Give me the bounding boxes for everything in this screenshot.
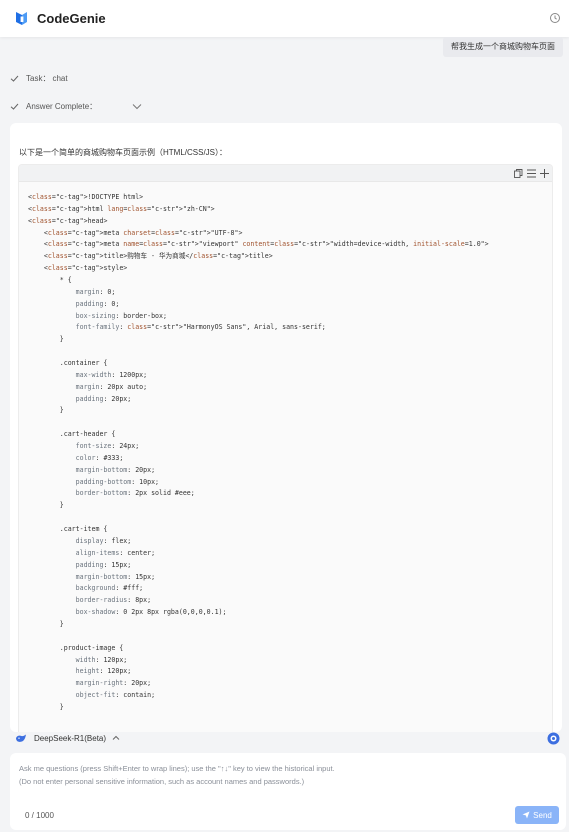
code-line: <class="c-tag">meta charset=class="c-str… — [28, 228, 243, 237]
code-line: margin-bottom: 20px; — [75, 465, 156, 474]
app-title: CodeGenie — [37, 11, 106, 26]
code-line: .cart-header { — [28, 430, 116, 439]
send-button[interactable]: Send — [515, 806, 559, 824]
code-line: <class="c-tag">head> — [28, 216, 108, 225]
user-message-bubble: 帮我生成一个商城购物车页面 — [443, 37, 563, 57]
history-icon[interactable] — [549, 12, 561, 24]
task-value: chat — [52, 73, 68, 83]
task-status: Task： chat — [10, 71, 68, 85]
code-line: background: #fff; — [75, 584, 144, 593]
code-line: border-radius: 8px; — [75, 596, 152, 605]
code-line: border-bottom: 2px solid #eee; — [75, 489, 195, 498]
code-line: .cart-item { — [28, 525, 108, 534]
task-label: Task： — [26, 73, 51, 83]
code-line: .container { — [28, 359, 108, 368]
placeholder-line: (Do not enter personal sensitive informa… — [19, 777, 305, 786]
code-line: box-sizing: border-box; — [75, 311, 167, 320]
code-line: padding: 20px; — [75, 394, 132, 403]
code-line: padding-bottom: 10px; — [75, 477, 160, 486]
code-lines: <class="c-tag">!DOCTYPE html> <class="c-t… — [28, 192, 489, 714]
code-line: color: #333; — [75, 453, 124, 462]
answer-status-label: Answer Complete： — [26, 101, 98, 111]
code-line: } — [28, 619, 64, 628]
code-line: } — [28, 501, 64, 510]
code-line: padding: 0; — [75, 299, 120, 308]
code-toolbar — [19, 165, 552, 182]
code-line: <class="c-tag">html lang=class="c-str">"… — [28, 204, 215, 213]
question-input[interactable]: Ask me questions (press Shift+Enter to w… — [10, 753, 566, 830]
code-line: } — [28, 335, 64, 344]
plus-icon[interactable] — [539, 168, 550, 179]
model-selector-row: DeepSeek-R1(Beta) — [0, 731, 569, 747]
answer-status-toggle[interactable]: Answer Complete： — [10, 99, 149, 113]
app-header: CodeGenie — [0, 0, 569, 37]
code-line: box-shadow: 0 2px 8px rgba(0,0,0,0.1); — [75, 608, 227, 617]
send-label: Send — [533, 810, 552, 820]
code-line: margin: 0; — [75, 287, 116, 296]
copy-icon[interactable] — [513, 168, 524, 179]
code-line: margin: 20px auto; — [75, 382, 148, 391]
check-icon — [10, 75, 19, 82]
codegenie-logo-icon — [16, 12, 27, 25]
code-line: height: 120px; — [75, 667, 132, 676]
character-counter: 0 / 1000 — [25, 811, 54, 820]
check-icon — [10, 103, 19, 110]
send-icon — [522, 811, 530, 819]
code-line: object-fit: contain; — [75, 691, 156, 700]
code-line: width: 120px; — [75, 655, 128, 664]
chevron-down-icon[interactable] — [132, 103, 142, 110]
code-line: <class="c-tag">!DOCTYPE html> — [28, 193, 144, 201]
code-line: * { — [28, 276, 72, 285]
code-line: align-items: center; — [75, 548, 156, 557]
code-line: margin-right: 20px; — [75, 679, 152, 688]
chevron-up-icon[interactable] — [112, 735, 120, 741]
code-line: font-size: 24px; — [75, 442, 140, 451]
code-line: display: flex; — [75, 536, 132, 545]
deepseek-whale-icon — [16, 734, 26, 742]
code-line: max-width: 1200px; — [75, 370, 148, 379]
code-line: <class="c-tag">title>购物车 - 华为商城</class="… — [28, 252, 273, 261]
code-line: <class="c-tag">meta name=class="c-str">"… — [28, 240, 489, 249]
code-line: margin-bottom: 15px; — [75, 572, 156, 581]
code-line: } — [28, 702, 64, 711]
input-placeholder: Ask me questions (press Shift+Enter to w… — [19, 762, 519, 788]
code-line: <class="c-tag">style> — [28, 264, 128, 273]
code-block: <class="c-tag">!DOCTYPE html> <class="c-t… — [18, 164, 553, 732]
answer-card: 以下是一个简单的商城购物车页面示例（HTML/CSS/JS）： <class="… — [10, 123, 562, 732]
list-icon[interactable] — [526, 168, 537, 179]
code-line: } — [28, 406, 64, 415]
model-name[interactable]: DeepSeek-R1(Beta) — [34, 734, 106, 743]
answer-intro: 以下是一个简单的商城购物车页面示例（HTML/CSS/JS）： — [19, 148, 228, 157]
placeholder-line: Ask me questions (press Shift+Enter to w… — [19, 764, 335, 773]
code-line: font-family: class="c-str">"HarmonyOS Sa… — [75, 323, 326, 332]
code-line: .product-image { — [28, 643, 124, 652]
assistant-avatar-icon[interactable] — [547, 732, 560, 745]
code-line: padding: 15px; — [75, 560, 132, 569]
